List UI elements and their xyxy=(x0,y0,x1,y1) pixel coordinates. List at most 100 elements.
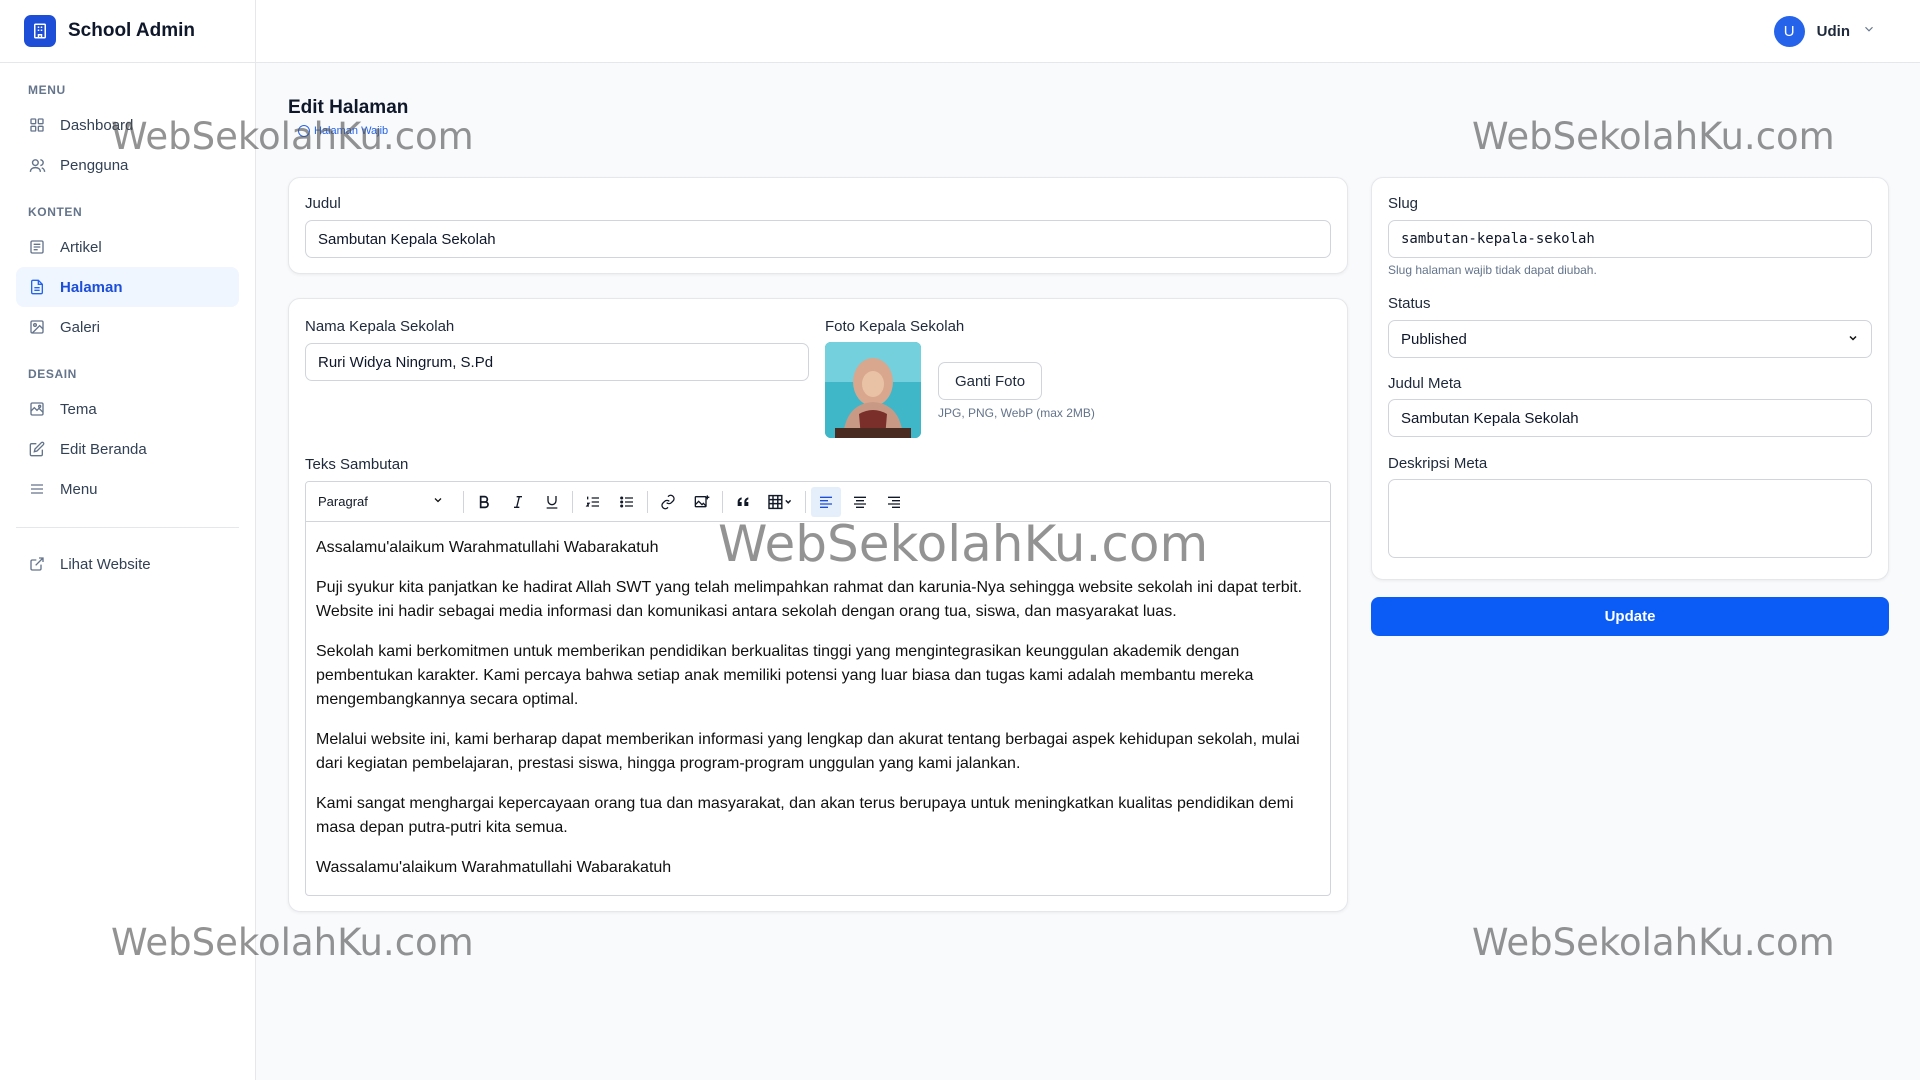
palette-icon xyxy=(28,400,46,418)
meta-desc-textarea[interactable] xyxy=(1388,479,1872,558)
badge-label: Halaman Wajib xyxy=(314,125,389,137)
editor-paragraph: Assalamu'alaikum Warahmatullahi Wabaraka… xyxy=(316,539,659,556)
content-card: Nama Kepala Sekolah Ruri Widya Ningrum, … xyxy=(288,298,1348,912)
meta-title-label: Judul Meta xyxy=(1388,375,1462,392)
toolbar-separator xyxy=(647,490,648,513)
external-link-icon xyxy=(28,555,46,573)
sidebar-item-edit-beranda[interactable]: Edit Beranda xyxy=(16,429,239,469)
sidebar-divider xyxy=(16,527,239,528)
editor-toolbar: Paragraf xyxy=(306,482,1330,522)
sidebar-item-artikel[interactable]: Artikel xyxy=(16,227,239,267)
principal-photo xyxy=(825,342,921,438)
nav-section-menu: MENU xyxy=(28,83,66,97)
edit-icon xyxy=(28,440,46,458)
link-icon[interactable] xyxy=(653,487,683,517)
toolbar-separator xyxy=(572,490,573,513)
align-left-button[interactable] xyxy=(811,486,841,517)
sidebar-item-galeri[interactable]: Galeri xyxy=(16,307,239,347)
status-value: Published xyxy=(1401,330,1467,348)
users-icon xyxy=(28,156,46,174)
sidebar-item-pengguna[interactable]: Pengguna xyxy=(16,145,239,185)
app-title: School Admin xyxy=(68,20,196,41)
table-icon[interactable] xyxy=(762,487,800,517)
format-select-label: Paragraf xyxy=(318,494,368,509)
sidebar: School Admin MENU Dashboard Pengguna KON… xyxy=(0,0,256,1080)
nav-section-konten: KONTEN xyxy=(28,205,83,219)
sidebar-item-label: Halaman xyxy=(60,278,123,296)
sidebar-item-menu[interactable]: Menu xyxy=(16,469,239,509)
ganti-foto-button[interactable]: Ganti Foto xyxy=(938,362,1043,400)
status-select[interactable]: Published xyxy=(1388,320,1872,358)
rich-text-editor: Paragraf Assalamu'alaikum Warahmatullahi… xyxy=(305,481,1331,896)
topbar: U Udin xyxy=(256,0,1920,63)
sidebar-item-halaman[interactable]: Halaman xyxy=(16,267,239,307)
meta-desc-label: Deskripsi Meta xyxy=(1388,455,1488,472)
toolbar-separator xyxy=(805,490,806,513)
editor-content[interactable]: Assalamu'alaikum Warahmatullahi Wabaraka… xyxy=(306,522,1330,895)
foto-hint: JPG, PNG, WebP (max 2MB) xyxy=(938,406,1095,420)
editor-paragraph: Kami sangat menghargai kepercayaan orang… xyxy=(316,795,1294,836)
sidebar-item-dashboard[interactable]: Dashboard xyxy=(16,105,239,145)
page-icon xyxy=(28,278,46,296)
update-button[interactable]: Update xyxy=(1371,597,1889,636)
bullet-list-button[interactable] xyxy=(612,487,642,517)
italic-button[interactable] xyxy=(503,487,533,517)
underline-button[interactable] xyxy=(537,487,567,517)
sidebar-item-label: Pengguna xyxy=(60,156,129,174)
sidebar-item-label: Galeri xyxy=(60,318,101,336)
sidebar-item-lihat-website[interactable]: Lihat Website xyxy=(16,544,239,584)
insert-image-icon[interactable] xyxy=(687,487,717,517)
meta-card: Slug sambutan-kepala-sekolah Slug halama… xyxy=(1371,177,1889,580)
image-icon xyxy=(28,318,46,336)
slug-input[interactable]: sambutan-kepala-sekolah xyxy=(1388,220,1872,258)
menu-icon xyxy=(28,480,46,498)
watermark: WebSekolahKu.com xyxy=(1472,115,1835,158)
page-header: Edit Halaman Halaman Wajib xyxy=(288,97,408,137)
judul-label: Judul xyxy=(305,195,341,212)
sidebar-item-label: Lihat Website xyxy=(60,555,151,573)
user-name: Udin xyxy=(1816,23,1850,40)
bold-button[interactable] xyxy=(469,487,499,517)
blockquote-icon[interactable] xyxy=(728,487,758,517)
editor-paragraph: Puji syukur kita panjatkan ke hadirat Al… xyxy=(316,579,1303,620)
chevron-down-icon xyxy=(1862,22,1876,41)
brand[interactable]: School Admin xyxy=(0,0,255,63)
chevron-down-icon xyxy=(1847,331,1859,348)
sidebar-item-label: Artikel xyxy=(60,238,102,256)
sidebar-item-label: Dashboard xyxy=(60,116,134,134)
grid-icon xyxy=(28,116,46,134)
numbered-list-button[interactable] xyxy=(578,487,608,517)
nama-input[interactable]: Ruri Widya Ningrum, S.Pd xyxy=(305,343,809,381)
align-center-button[interactable] xyxy=(845,487,875,517)
editor-paragraph: Wassalamu'alaikum Warahmatullahi Wabarak… xyxy=(316,859,672,876)
editor-paragraph: Sekolah kami berkomitmen untuk memberika… xyxy=(316,643,1254,708)
watermark: WebSekolahKu.com xyxy=(1472,921,1835,964)
sidebar-item-label: Menu xyxy=(60,480,98,498)
chevron-down-icon xyxy=(432,494,444,509)
info-icon xyxy=(298,125,310,137)
status-label: Status xyxy=(1388,295,1431,312)
sidebar-item-label: Edit Beranda xyxy=(60,440,147,458)
meta-title-input[interactable]: Sambutan Kepala Sekolah xyxy=(1388,399,1872,437)
sidebar-item-label: Tema xyxy=(60,400,97,418)
align-right-button[interactable] xyxy=(879,487,909,517)
title-card: Judul Sambutan Kepala Sekolah xyxy=(288,177,1348,274)
editor-paragraph: Melalui website ini, kami berharap dapat… xyxy=(316,731,1300,772)
format-select[interactable]: Paragraf xyxy=(312,488,452,516)
avatar: U xyxy=(1773,16,1805,47)
sidebar-item-tema[interactable]: Tema xyxy=(16,389,239,429)
slug-label: Slug xyxy=(1388,195,1419,212)
article-icon xyxy=(28,238,46,256)
page-title: Edit Halaman xyxy=(288,97,409,118)
sidebar-nav: MENU Dashboard Pengguna KONTEN Artikel H… xyxy=(0,63,255,584)
status-badge: Halaman Wajib xyxy=(298,125,408,137)
nama-label: Nama Kepala Sekolah xyxy=(305,318,455,335)
foto-label: Foto Kepala Sekolah xyxy=(825,318,965,335)
toolbar-separator xyxy=(722,490,723,513)
toolbar-separator xyxy=(463,490,464,513)
teks-label: Teks Sambutan xyxy=(305,456,409,473)
judul-input[interactable]: Sambutan Kepala Sekolah xyxy=(305,220,1331,258)
user-menu[interactable]: U Udin xyxy=(1773,16,1876,47)
school-building-icon xyxy=(24,15,56,47)
nav-section-desain: DESAIN xyxy=(28,367,77,381)
